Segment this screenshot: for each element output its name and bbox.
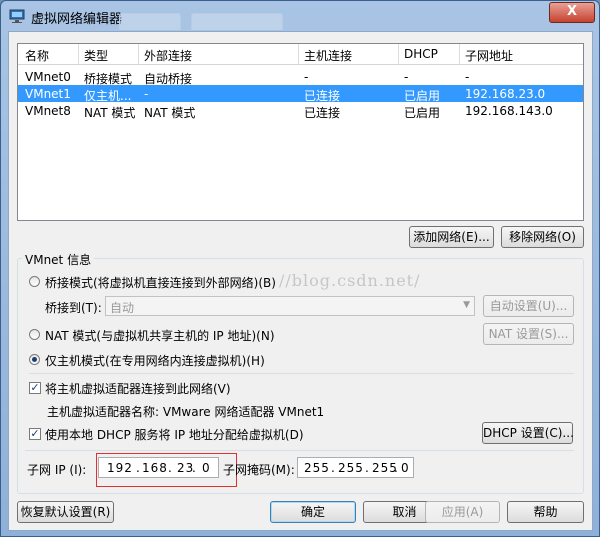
bridge-to-select[interactable]: 自动 ▼ <box>105 296 475 316</box>
cell-external: - <box>144 87 149 101</box>
title-bar[interactable]: 虚拟网络编辑器 X <box>1 1 599 31</box>
ok-button[interactable]: 确定 <box>270 501 356 523</box>
nat-mode-radio[interactable] <box>29 329 40 340</box>
add-network-button[interactable]: 添加网络(E)... <box>409 226 494 248</box>
ip-dot: . <box>331 461 336 475</box>
window-title: 虚拟网络编辑器 <box>31 12 123 27</box>
use-dhcp-label[interactable]: 使用本地 DHCP 服务将 IP 地址分配给虚拟机(D) <box>45 426 304 443</box>
auto-settings-button[interactable]: 自动设置(U)... <box>483 295 574 317</box>
bridge-to-label: 桥接到(T): <box>45 301 102 315</box>
background-tab-ghost <box>191 13 283 30</box>
remove-network-button[interactable]: 移除网络(O) <box>501 226 584 248</box>
ip-octet: 255 <box>304 461 330 475</box>
table-row[interactable]: VMnet0 桥接模式 自动桥接 - - - <box>18 68 583 86</box>
column-header-external[interactable]: 外部连接 <box>144 47 192 64</box>
chevron-down-icon: ▼ <box>463 300 470 310</box>
table-row[interactable]: VMnet8 NAT 模式 NAT 模式 已连接 已启用 192.168.143… <box>18 102 583 120</box>
column-header-subnet[interactable]: 子网地址 <box>465 47 513 64</box>
divider <box>29 373 574 374</box>
hostonly-mode-label[interactable]: 仅主机模式(在专用网络内连接虚拟机)(H) <box>45 352 265 369</box>
connect-adapter-checkbox[interactable]: ✓ <box>29 382 41 394</box>
dialog-body: 名称 类型 外部连接 主机连接 DHCP 子网地址 VMnet0 桥接模式 自动… <box>8 31 593 531</box>
vmnet-info-legend: VMnet 信息 <box>22 251 95 268</box>
help-button[interactable]: 帮助 <box>507 501 584 523</box>
subnet-mask-label: 子网掩码(M): <box>223 463 295 477</box>
column-header-dhcp[interactable]: DHCP <box>404 47 438 61</box>
cell-external: NAT 模式 <box>144 106 196 120</box>
ip-octet: 255 <box>338 461 364 475</box>
background-tab-ghost <box>119 13 181 30</box>
network-list-header: 名称 类型 外部连接 主机连接 DHCP 子网地址 <box>18 44 583 65</box>
hostonly-mode-radio[interactable] <box>29 354 40 365</box>
virtual-network-editor-window: 虚拟网络编辑器 X 名称 类型 外部连接 主机连接 DHCP 子网地址 VMne… <box>0 0 600 537</box>
cell-dhcp: 已启用 <box>404 106 441 120</box>
bridged-mode-label[interactable]: 桥接模式(将虚拟机直接连接到外部网络)(B) <box>45 274 276 291</box>
cell-subnet: 192.168.23.0 <box>465 87 546 101</box>
network-app-icon <box>9 9 25 23</box>
ip-dot: . <box>365 461 370 475</box>
cell-name: VMnet1 <box>25 87 71 101</box>
close-button[interactable]: X <box>549 2 595 23</box>
adapter-name-text: 主机虚拟适配器名称: VMware 网络适配器 VMnet1 <box>47 405 325 419</box>
restore-defaults-button[interactable]: 恢复默认设置(R) <box>17 501 114 523</box>
apply-button[interactable]: 应用(A) <box>425 501 500 523</box>
watermark: //blog.csdn.net/ <box>279 271 421 290</box>
table-row-selected[interactable]: VMnet1 仅主机... - 已连接 已启用 192.168.23.0 <box>18 85 583 103</box>
cell-host: 已连接 <box>304 106 341 120</box>
divider <box>25 450 574 451</box>
use-dhcp-checkbox[interactable]: ✓ <box>29 428 41 440</box>
subnet-mask-input[interactable]: 255 . 255 . 255 . 0 <box>297 457 414 478</box>
column-header-host[interactable]: 主机连接 <box>304 47 352 64</box>
cell-subnet: 192.168.143.0 <box>465 104 553 118</box>
bridged-mode-radio[interactable] <box>29 276 40 287</box>
connect-adapter-label[interactable]: 将主机虚拟适配器连接到此网络(V) <box>45 380 231 397</box>
highlight-box <box>96 453 237 487</box>
ip-octet: 0 <box>401 461 410 475</box>
bridge-to-value: 自动 <box>110 301 135 315</box>
cell-type: NAT 模式 <box>84 106 136 120</box>
subnet-ip-label: 子网 IP (I): <box>27 463 87 477</box>
ip-dot: . <box>394 461 399 475</box>
nat-settings-button[interactable]: NAT 设置(S)... <box>483 323 574 345</box>
cell-name: VMnet8 <box>25 104 71 118</box>
dhcp-settings-button[interactable]: DHCP 设置(C)... <box>482 422 574 444</box>
cell-dhcp: - <box>404 70 409 84</box>
cell-name: VMnet0 <box>25 70 71 84</box>
column-header-name[interactable]: 名称 <box>25 47 49 64</box>
cell-subnet: - <box>465 70 470 84</box>
column-header-type[interactable]: 类型 <box>84 47 108 64</box>
network-list[interactable]: 名称 类型 外部连接 主机连接 DHCP 子网地址 VMnet0 桥接模式 自动… <box>17 43 584 221</box>
cell-host: - <box>304 70 309 84</box>
nat-mode-label[interactable]: NAT 模式(与虚拟机共享主机的 IP 地址)(N) <box>45 327 275 344</box>
